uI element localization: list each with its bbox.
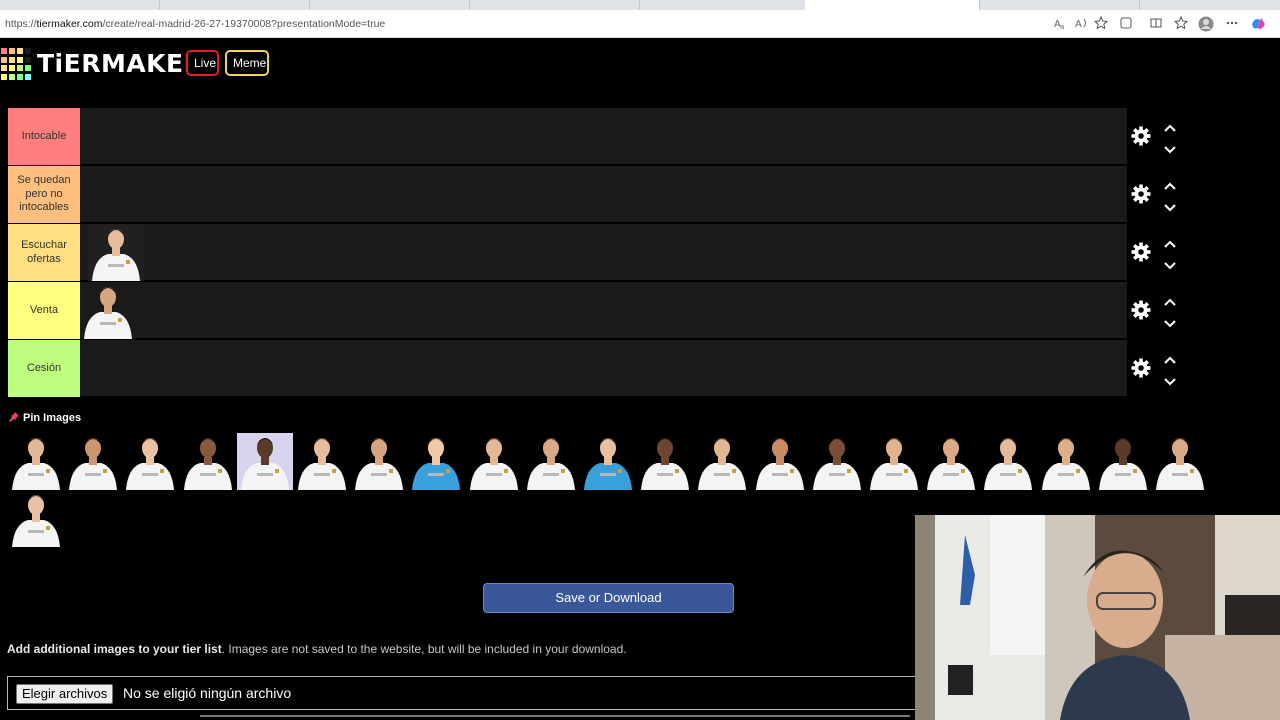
browser-tab[interactable]: [980, 0, 1140, 10]
move-down-icon[interactable]: [1163, 200, 1177, 212]
move-down-icon[interactable]: [1163, 258, 1177, 270]
tier-label[interactable]: Escuchar ofertas: [8, 224, 80, 281]
player-image[interactable]: [1037, 433, 1094, 490]
no-file-chosen-text: No se eligió ningún archivo: [123, 685, 292, 701]
player-image[interactable]: [408, 433, 465, 490]
webcam-overlay: [915, 515, 1280, 720]
tier-controls: [1128, 282, 1188, 339]
player-image[interactable]: [294, 433, 350, 490]
player-image[interactable]: [522, 433, 579, 490]
url-prefix: https://: [5, 18, 37, 30]
player-image[interactable]: [580, 433, 636, 490]
player-image[interactable]: [694, 433, 751, 490]
url-host: tiermaker.com: [36, 18, 103, 30]
pin-icon: [8, 411, 20, 423]
player-image[interactable]: [122, 433, 179, 490]
tiermaker-logo[interactable]: TiERMAKER: [1, 48, 203, 80]
player-image[interactable]: [80, 282, 136, 339]
logo-text: TiERMAKER: [37, 49, 204, 78]
browser-tab-active[interactable]: [805, 0, 980, 10]
translate-icon[interactable]: Aa: [1052, 16, 1068, 32]
url-path: /create/real-madrid-26-27-19370008?prese…: [102, 18, 386, 30]
player-image[interactable]: [1152, 433, 1208, 490]
add-images-info-bold: Add additional images to your tier list: [7, 642, 222, 656]
tier-row[interactable]: Cesión: [8, 340, 1127, 397]
address-bar[interactable]: https://tiermaker.com/create/real-madrid…: [0, 10, 1280, 38]
browser-tab[interactable]: [0, 0, 160, 10]
move-down-icon[interactable]: [1163, 374, 1177, 386]
gear-icon[interactable]: [1131, 358, 1151, 378]
player-image[interactable]: [236, 433, 293, 490]
profile-icon[interactable]: [1198, 16, 1214, 32]
meme-button[interactable]: Meme: [225, 50, 269, 76]
move-up-icon[interactable]: [1163, 178, 1177, 190]
url-text[interactable]: https://tiermaker.com/create/real-madrid…: [5, 18, 385, 30]
move-up-icon[interactable]: [1163, 236, 1177, 248]
player-image[interactable]: [179, 433, 236, 490]
tier-controls: [1128, 224, 1188, 281]
pin-images-toggle[interactable]: Pin Images: [8, 411, 81, 425]
player-image[interactable]: [465, 433, 522, 490]
browser-tab[interactable]: [310, 0, 470, 10]
player-image[interactable]: [1094, 433, 1151, 490]
read-aloud-icon[interactable]: A: [1073, 16, 1089, 32]
tier-controls: [1128, 340, 1188, 397]
add-images-info-text: . Images are not saved to the website, b…: [221, 642, 627, 656]
player-image[interactable]: [866, 433, 922, 490]
gear-icon[interactable]: [1131, 184, 1151, 204]
player-image[interactable]: [65, 433, 122, 490]
player-image[interactable]: [8, 433, 64, 490]
gear-icon[interactable]: [1131, 300, 1151, 320]
logo-grid-icon: [1, 48, 33, 80]
player-image[interactable]: [751, 433, 808, 490]
browser-tab[interactable]: [160, 0, 310, 10]
choose-files-button[interactable]: Elegir archivos: [16, 684, 114, 704]
svg-text:a: a: [1060, 23, 1064, 30]
move-up-icon[interactable]: [1163, 294, 1177, 306]
move-up-icon[interactable]: [1163, 352, 1177, 364]
gear-icon[interactable]: [1131, 242, 1151, 262]
split-screen-icon[interactable]: [1148, 16, 1164, 32]
extension-icon[interactable]: [1118, 16, 1134, 32]
player-image[interactable]: [808, 433, 865, 490]
star-icon[interactable]: [1093, 15, 1109, 32]
tier-controls: [1128, 166, 1188, 223]
file-upload-field[interactable]: Elegir archivos No se eligió ningún arch…: [7, 676, 915, 710]
player-image[interactable]: [637, 433, 694, 490]
page-scroll-divider: [200, 715, 910, 717]
browser-tab[interactable]: [470, 0, 640, 10]
tier-label[interactable]: Intocable: [8, 108, 80, 165]
favorites-icon[interactable]: [1173, 15, 1189, 32]
gear-icon[interactable]: [1131, 126, 1151, 146]
player-image[interactable]: [923, 433, 980, 490]
player-image[interactable]: [351, 433, 408, 490]
tier-row[interactable]: Venta: [8, 282, 1127, 339]
player-image[interactable]: [980, 433, 1037, 490]
tier-row[interactable]: Se quedan pero no intocables: [8, 166, 1127, 223]
player-image[interactable]: [88, 224, 144, 281]
add-images-info: Add additional images to your tier list.…: [7, 642, 627, 656]
tier-label[interactable]: Venta: [8, 282, 80, 339]
move-down-icon[interactable]: [1163, 316, 1177, 328]
tier-row[interactable]: Intocable: [8, 108, 1127, 165]
pin-images-label: Pin Images: [23, 412, 82, 424]
more-menu-icon[interactable]: [1224, 16, 1240, 32]
save-download-button[interactable]: Save or Download: [483, 583, 734, 613]
tier-row[interactable]: Escuchar ofertas: [8, 224, 1127, 281]
copilot-icon[interactable]: [1250, 16, 1280, 32]
tier-controls: [1128, 108, 1188, 165]
live-button[interactable]: Live: [186, 50, 219, 76]
move-down-icon[interactable]: [1163, 142, 1177, 154]
browser-tab-strip: [0, 0, 1280, 10]
move-up-icon[interactable]: [1163, 120, 1177, 132]
svg-text:A: A: [1075, 19, 1082, 30]
tier-label[interactable]: Se quedan pero no intocables: [8, 166, 80, 223]
tier-label[interactable]: Cesión: [8, 340, 80, 397]
player-image[interactable]: [8, 490, 64, 547]
